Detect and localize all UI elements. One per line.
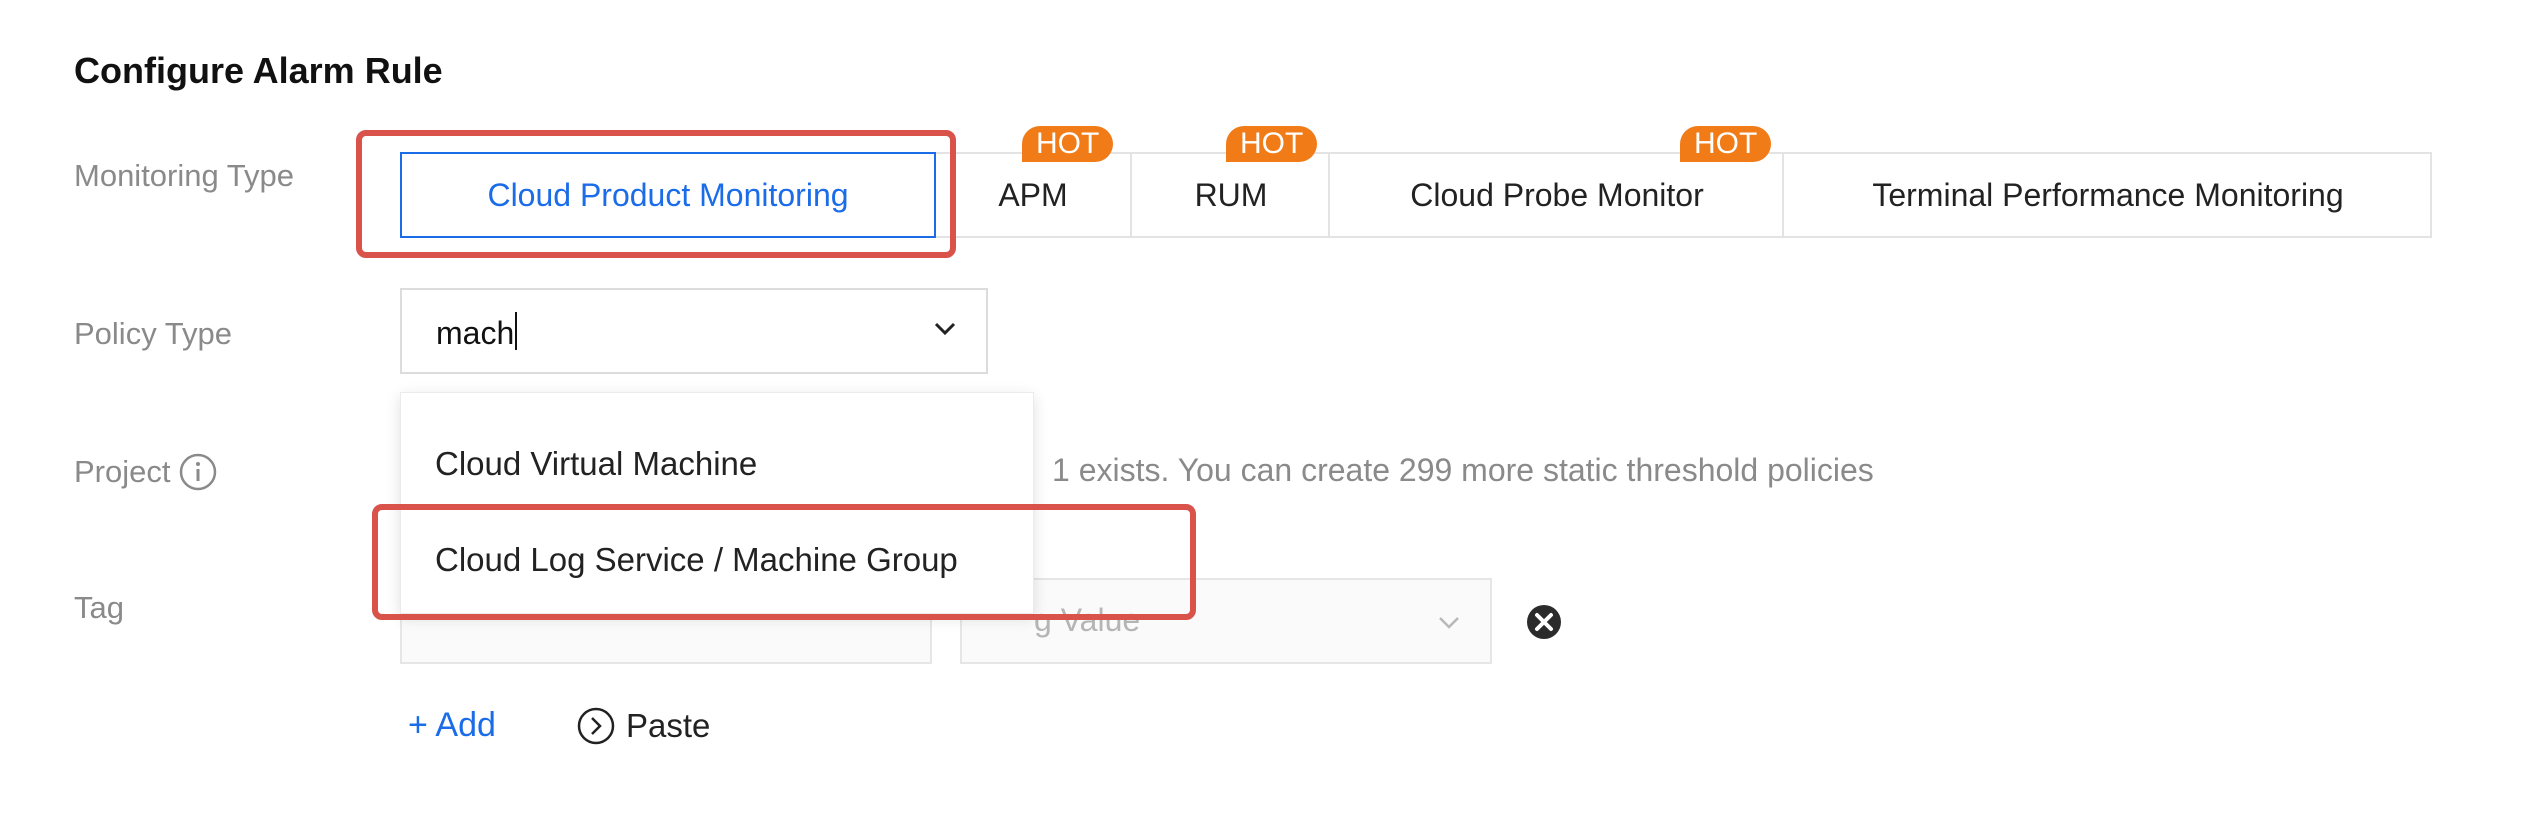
hot-badge: HOT [1680,126,1772,162]
tab-label: Terminal Performance Monitoring [1872,176,2344,213]
option-highlight-box [372,504,1196,620]
paste-label: Paste [626,707,711,744]
project-label-wrap: Project [74,452,218,492]
add-tag-button[interactable]: + Add [408,706,496,745]
project-label: Project [74,454,171,489]
tab-label: Cloud Probe Monitor [1410,176,1704,213]
info-icon[interactable] [178,452,218,492]
tab-label: RUM [1194,176,1268,213]
text-cursor [515,312,518,350]
tab-cloud-probe-monitor[interactable]: HOT Cloud Probe Monitor [1328,126,1784,236]
policy-type-input-value: mach [436,312,518,352]
hot-badge: HOT [1022,126,1114,162]
paste-tag-button[interactable]: Paste [576,706,710,746]
section-title: Configure Alarm Rule [74,50,443,91]
policy-count-info: 1 exists. You can create 299 more static… [1052,452,1874,488]
monitoring-type-label: Monitoring Type [74,158,294,193]
remove-tag-icon[interactable] [1526,604,1562,640]
chevron-down-icon [934,322,956,336]
tab-terminal-performance-monitoring[interactable]: Terminal Performance Monitoring [1782,154,2432,236]
tab-apm[interactable]: HOT APM [936,126,1130,236]
chevron-right-circle-icon [577,707,615,745]
tab-highlight-box [356,130,956,258]
chevron-down-icon [1439,617,1459,629]
hot-badge: HOT [1226,126,1318,162]
tab-label: APM [998,176,1068,213]
policy-type-select[interactable]: mach [400,288,988,374]
tab-rum[interactable]: HOT RUM [1130,126,1330,236]
dropdown-option-cloud-virtual-machine[interactable]: Cloud Virtual Machine [435,445,757,483]
policy-type-label: Policy Type [74,316,232,351]
tag-label: Tag [74,590,124,625]
